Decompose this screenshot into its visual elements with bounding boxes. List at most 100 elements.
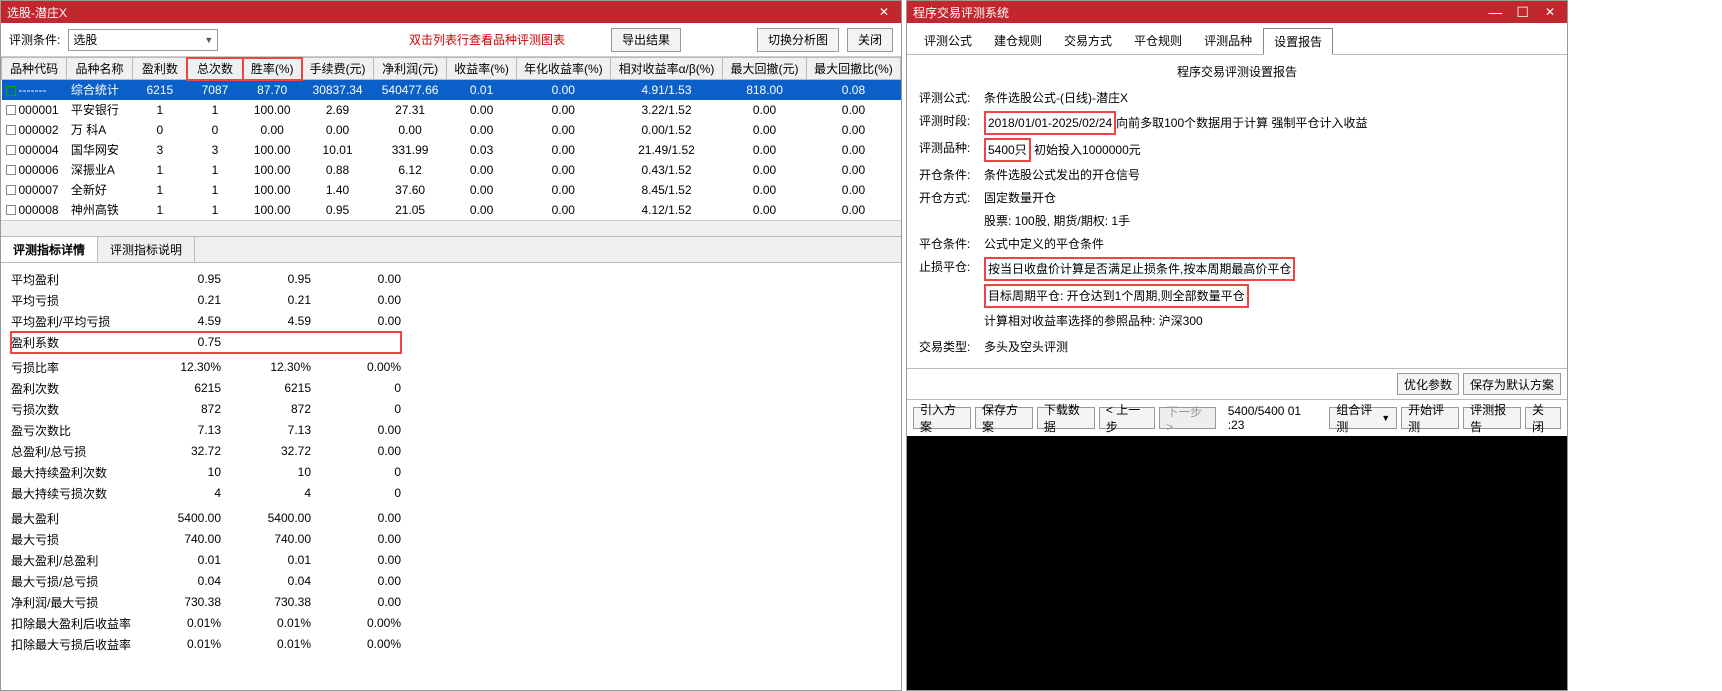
settings-tab[interactable]: 设置报告 — [1263, 28, 1333, 55]
report-line: 止损平仓:按当日收盘价计算是否满足止损条件,按本周期最高价平仓 — [919, 257, 1555, 281]
switch-chart-button[interactable]: 切换分析图 — [757, 28, 839, 52]
condition-select[interactable]: 选股 ▼ — [68, 29, 218, 51]
eval-report-button[interactable]: 评测报告 — [1463, 407, 1521, 429]
metric-label: 总盈利/总亏损 — [11, 441, 131, 462]
download-data-button[interactable]: 下载数据 — [1037, 407, 1095, 429]
settings-tab[interactable]: 评测公式 — [913, 27, 983, 54]
settings-tab[interactable]: 建仓规则 — [983, 27, 1053, 54]
report-label — [919, 284, 984, 308]
metric-label: 亏损次数 — [11, 399, 131, 420]
report-label: 止损平仓: — [919, 257, 984, 281]
close-button[interactable]: 关闭 — [1525, 407, 1561, 429]
column-header[interactable]: 年化收益率(%) — [516, 58, 610, 80]
left-panel: 选股-潜庄X ✕ 评测条件: 选股 ▼ 双击列表行查看品种评测图表 导出结果 切… — [0, 0, 902, 691]
table-row[interactable]: 000001平安银行11100.002.6927.310.000.003.22/… — [2, 100, 901, 120]
report-label: 交易类型: — [919, 337, 984, 357]
column-header[interactable]: 胜率(%) — [243, 58, 302, 80]
export-button[interactable]: 导出结果 — [611, 28, 681, 52]
metric-row: 亏损比率12.30%12.30%0.00% — [11, 357, 401, 378]
metric-row: 平均盈利/平均亏损4.594.590.00 — [11, 311, 401, 332]
report-actions-bar: 优化参数 保存为默认方案 — [907, 368, 1567, 399]
save-plan-button[interactable]: 保存方案 — [975, 407, 1033, 429]
results-table-wrap: 品种代码品种名称盈利数总次数胜率(%)手续费(元)净利润(元)收益率(%)年化收… — [1, 57, 901, 236]
report-line: 评测品种:5400只 初始投入1000000元 — [919, 138, 1555, 162]
checkbox-icon[interactable] — [6, 185, 16, 195]
report-value: 多头及空头评测 — [984, 337, 1555, 357]
metric-row: 扣除最大盈利后收益率0.01%0.01%0.00% — [11, 613, 401, 634]
column-header[interactable]: 手续费(元) — [302, 58, 374, 80]
results-table[interactable]: 品种代码品种名称盈利数总次数胜率(%)手续费(元)净利润(元)收益率(%)年化收… — [1, 57, 901, 220]
table-row[interactable]: 000004国华网安33100.0010.01331.990.030.0021.… — [2, 140, 901, 160]
right-titlebar: 程序交易评测系统 — ☐ ✕ — [907, 1, 1567, 23]
prev-step-button[interactable]: < 上一步 — [1099, 407, 1155, 429]
report-line: 计算相对收益率选择的参照品种: 沪深300 — [919, 311, 1555, 331]
metric-label: 盈利次数 — [11, 378, 131, 399]
column-header[interactable]: 相对收益率α/β(%) — [610, 58, 722, 80]
column-header[interactable]: 品种代码 — [2, 58, 67, 80]
checkbox-icon[interactable] — [6, 105, 16, 115]
column-header[interactable]: 品种名称 — [67, 58, 132, 80]
combo-eval-button[interactable]: 组合评测▼ — [1329, 407, 1397, 429]
scrollbar[interactable] — [1, 220, 901, 236]
report-label: 评测品种: — [919, 138, 984, 162]
tab-metrics-detail[interactable]: 评测指标详情 — [1, 237, 98, 262]
empty-area — [907, 436, 1567, 690]
metrics-panel: 平均盈利0.950.950.00平均亏损0.210.210.00平均盈利/平均亏… — [1, 263, 901, 691]
report-title: 程序交易评测设置报告 — [919, 63, 1555, 80]
nav-actions-bar: 引入方案 保存方案 下载数据 < 上一步 下一步 > 5400/5400 01 … — [907, 399, 1567, 436]
checkbox-icon[interactable] — [6, 165, 16, 175]
report-value: 计算相对收益率选择的参照品种: 沪深300 — [984, 311, 1555, 331]
cond-label: 评测条件: — [9, 31, 60, 48]
minimize-icon[interactable]: — — [1484, 5, 1506, 19]
report-label: 评测时段: — [919, 111, 984, 135]
settings-tab[interactable]: 评测品种 — [1193, 27, 1263, 54]
metric-row: 盈亏次数比7.137.130.00 — [11, 420, 401, 441]
metric-row: 最大持续盈利次数10100 — [11, 462, 401, 483]
column-header[interactable]: 最大回撤(元) — [723, 58, 807, 80]
table-row[interactable]: 000006深振业A11100.000.886.120.000.000.43/1… — [2, 160, 901, 180]
progress-status: 5400/5400 01 :23 — [1220, 404, 1322, 432]
column-header[interactable]: 收益率(%) — [447, 58, 516, 80]
checkbox-icon[interactable] — [6, 86, 16, 96]
column-header[interactable]: 净利润(元) — [373, 58, 447, 80]
metric-row: 盈利系数0.75 — [11, 332, 401, 353]
settings-tab[interactable]: 平仓规则 — [1123, 27, 1193, 54]
table-row[interactable]: 000007全新好11100.001.4037.600.000.008.45/1… — [2, 180, 901, 200]
start-eval-button[interactable]: 开始评测 — [1401, 407, 1459, 429]
metric-row: 总盈利/总亏损32.7232.720.00 — [11, 441, 401, 462]
report-line: 目标周期平仓: 开仓达到1个周期,则全部数量平仓 — [919, 284, 1555, 308]
left-titlebar: 选股-潜庄X ✕ — [1, 1, 901, 23]
table-row[interactable]: -------综合统计6215708787.7030837.34540477.6… — [2, 80, 901, 100]
table-row[interactable]: 000002万 科A000.000.000.000.000.000.00/1.5… — [2, 120, 901, 140]
column-header[interactable]: 最大回撤比(%) — [806, 58, 900, 80]
metric-label: 净利润/最大亏损 — [11, 592, 131, 613]
left-title: 选股-潜庄X — [7, 4, 67, 21]
close-button[interactable]: 关闭 — [847, 28, 893, 52]
table-row[interactable]: 000008神州高铁11100.000.9521.050.000.004.12/… — [2, 200, 901, 220]
metric-label: 最大持续盈利次数 — [11, 462, 131, 483]
metric-label: 亏损比率 — [11, 357, 131, 378]
metric-row: 扣除最大亏损后收益率0.01%0.01%0.00% — [11, 634, 401, 655]
metric-row: 最大盈利5400.005400.000.00 — [11, 508, 401, 529]
column-header[interactable]: 总次数 — [187, 58, 242, 80]
report-value: 公式中定义的平仓条件 — [984, 234, 1555, 254]
checkbox-icon[interactable] — [6, 125, 16, 135]
checkbox-icon[interactable] — [6, 205, 16, 215]
close-icon[interactable]: ✕ — [873, 5, 895, 19]
report-label — [919, 211, 984, 231]
column-header[interactable]: 盈利数 — [132, 58, 187, 80]
maximize-icon[interactable]: ☐ — [1512, 5, 1533, 19]
checkbox-icon[interactable] — [6, 145, 16, 155]
report-line: 开仓方式:固定数量开仓 — [919, 188, 1555, 208]
settings-tab[interactable]: 交易方式 — [1053, 27, 1123, 54]
save-default-button[interactable]: 保存为默认方案 — [1463, 373, 1561, 395]
report-value: 目标周期平仓: 开仓达到1个周期,则全部数量平仓 — [984, 284, 1555, 308]
metric-row: 平均盈利0.950.950.00 — [11, 269, 401, 290]
close-icon[interactable]: ✕ — [1539, 5, 1561, 19]
import-plan-button[interactable]: 引入方案 — [913, 407, 971, 429]
tab-metrics-desc[interactable]: 评测指标说明 — [98, 237, 195, 262]
left-toolbar: 评测条件: 选股 ▼ 双击列表行查看品种评测图表 导出结果 切换分析图 关闭 — [1, 23, 901, 57]
double-click-hint: 双击列表行查看品种评测图表 — [409, 31, 565, 48]
metric-row: 亏损次数8728720 — [11, 399, 401, 420]
optimize-params-button[interactable]: 优化参数 — [1397, 373, 1459, 395]
